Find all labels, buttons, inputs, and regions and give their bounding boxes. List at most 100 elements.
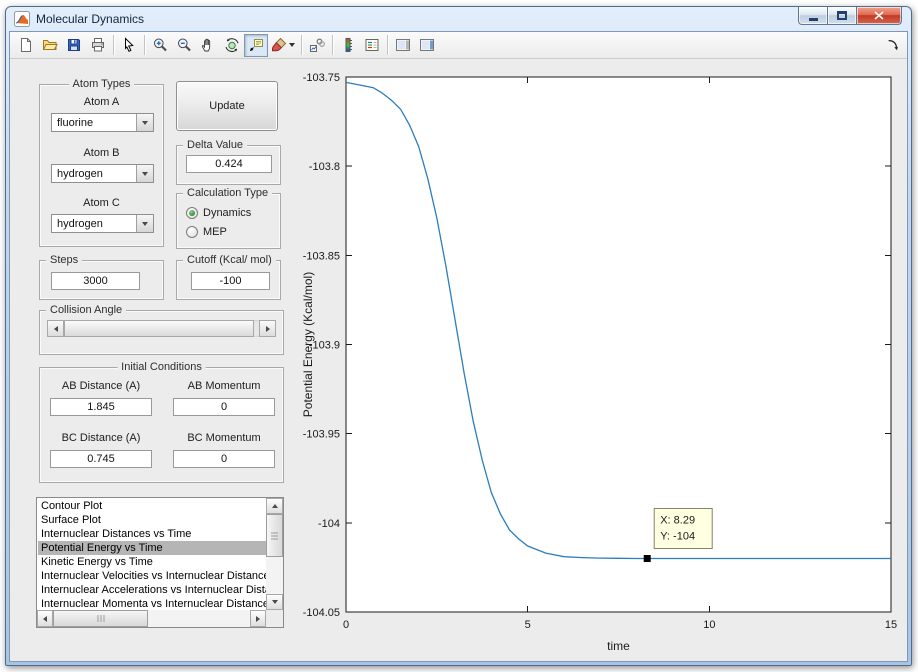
datatip-text: X: 8.29 [660, 515, 695, 527]
titlebar[interactable]: Molecular Dynamics [6, 7, 911, 31]
scroll-right-button[interactable] [250, 610, 266, 627]
slider-right-arrow[interactable] [259, 320, 276, 337]
atom-b-dropdown-icon[interactable] [136, 165, 153, 182]
show-plot-tools-button[interactable] [415, 34, 439, 57]
atom-c-label: Atom C [83, 197, 120, 209]
atom-a-value: fluorine [57, 117, 94, 129]
arrow-right-icon [256, 615, 260, 622]
ab-momentum-label: AB Momentum [187, 380, 261, 392]
bc-momentum-label: BC Momentum [187, 432, 261, 444]
toolbar [10, 32, 907, 59]
print-figure-button[interactable] [86, 34, 110, 57]
pan-button[interactable] [196, 34, 220, 57]
insert-legend-button[interactable] [360, 34, 384, 57]
bc-distance-label: BC Distance (A) [61, 432, 141, 444]
plot-axes[interactable]: 0 5 10 15-103.75-103.8-103.85-103.9-103.95-… [296, 60, 909, 661]
atom-b-select[interactable]: hydrogen [51, 164, 154, 183]
window-controls [798, 7, 902, 25]
cutoff-input[interactable] [191, 272, 270, 290]
maximize-button[interactable] [828, 7, 856, 25]
edit-plot-button[interactable] [117, 34, 141, 57]
zoom-out-button[interactable] [172, 34, 196, 57]
print-figure-icon [90, 37, 106, 53]
arrow-right-icon [265, 325, 270, 332]
y-tick-label: -104 [318, 518, 340, 530]
update-button[interactable]: Update [176, 81, 278, 131]
new-figure-button[interactable] [14, 34, 38, 57]
new-figure-icon [18, 37, 34, 53]
app-window: Molecular Dynamics Atom Types Atom A flu… [5, 6, 912, 666]
dock-figure-button[interactable] [882, 34, 904, 56]
atom-a-label: Atom A [83, 96, 120, 108]
hide-plot-tools-icon [395, 37, 411, 53]
list-item[interactable]: Internuclear Accelerations vs Internucle… [38, 583, 266, 597]
x-axis-label: time [607, 639, 630, 653]
list-item[interactable]: Potential Energy vs Time [38, 541, 266, 555]
toolbar-separator [113, 35, 114, 55]
list-item[interactable]: Surface Plot [38, 513, 266, 527]
brush-button[interactable] [268, 34, 298, 57]
open-file-button[interactable] [38, 34, 62, 57]
bc-distance-input[interactable] [50, 450, 152, 468]
maximize-icon [837, 11, 847, 20]
list-item[interactable]: Kinetic Energy vs Time [38, 555, 266, 569]
brush-icon [271, 37, 287, 53]
close-icon [874, 11, 884, 20]
brush-dropdown-icon[interactable] [289, 43, 295, 47]
list-item[interactable]: Internuclear Velocities vs Internuclear … [38, 569, 266, 583]
initial-conditions-panel: Initial Conditions AB Distance (A) AB Mo… [39, 361, 284, 483]
atom-types-panel: Atom Types Atom A fluorine Atom B hydrog… [39, 78, 164, 247]
calc-option-dynamics[interactable]: Dynamics [186, 203, 276, 222]
radio-label: MEP [203, 225, 227, 238]
atom-a-select[interactable]: fluorine [51, 113, 154, 132]
datatip-tooltip[interactable]: X: 8.29 Y: -104 [653, 508, 713, 549]
list-item[interactable]: Contour Plot [38, 499, 266, 513]
plot-background[interactable] [345, 76, 892, 613]
y-tick-label: -103.75 [303, 72, 340, 84]
list-item[interactable]: Internuclear Momenta vs Internuclear Dis… [38, 597, 266, 611]
minimize-button[interactable] [798, 7, 828, 25]
rotate-3d-button[interactable] [220, 34, 244, 57]
ab-momentum-input[interactable] [173, 398, 275, 416]
collision-angle-slider[interactable] [47, 320, 276, 337]
insert-colorbar-button[interactable] [336, 34, 360, 57]
hide-plot-tools-button[interactable] [391, 34, 415, 57]
atom-b-label: Atom B [83, 147, 120, 159]
atom-a-dropdown-icon[interactable] [136, 114, 153, 131]
horizontal-scroll-thumb[interactable] [53, 610, 148, 627]
arrow-left-icon [53, 325, 58, 332]
chevron-down-icon [142, 120, 148, 125]
x-tick-label: 15 [885, 619, 897, 631]
scroll-up-button[interactable] [266, 498, 283, 514]
y-tick-label: -103.95 [303, 429, 340, 441]
link-plot-button[interactable] [305, 34, 329, 57]
chevron-down-icon [142, 221, 148, 226]
calc-option-mep[interactable]: MEP [186, 222, 276, 241]
bc-momentum-input[interactable] [173, 450, 275, 468]
delta-value-input[interactable] [186, 155, 272, 173]
scroll-down-button[interactable] [266, 594, 283, 610]
ab-distance-input[interactable] [50, 398, 152, 416]
x-tick-label: 5 [525, 619, 531, 631]
list-horizontal-scrollbar[interactable] [37, 610, 266, 627]
atom-c-select[interactable]: hydrogen [51, 214, 154, 233]
vertical-scroll-thumb[interactable] [266, 514, 283, 557]
save-figure-icon [66, 37, 82, 53]
radio-icon[interactable] [186, 225, 198, 238]
edit-plot-icon [121, 37, 137, 53]
data-cursor-button[interactable] [244, 33, 268, 57]
close-button[interactable] [856, 7, 902, 25]
radio-label: Dynamics [203, 206, 252, 219]
datatip-marker[interactable] [643, 555, 651, 562]
atom-c-dropdown-icon[interactable] [136, 215, 153, 232]
list-vertical-scrollbar[interactable] [266, 498, 283, 610]
slider-thumb[interactable] [64, 320, 254, 337]
zoom-in-button[interactable] [148, 34, 172, 57]
save-figure-button[interactable] [62, 34, 86, 57]
scroll-left-button[interactable] [37, 610, 53, 627]
slider-left-arrow[interactable] [47, 320, 64, 337]
list-item[interactable]: Internuclear Distances vs Time [38, 527, 266, 541]
radio-icon[interactable] [186, 206, 198, 219]
open-file-icon [42, 37, 58, 53]
steps-input[interactable] [51, 272, 140, 290]
